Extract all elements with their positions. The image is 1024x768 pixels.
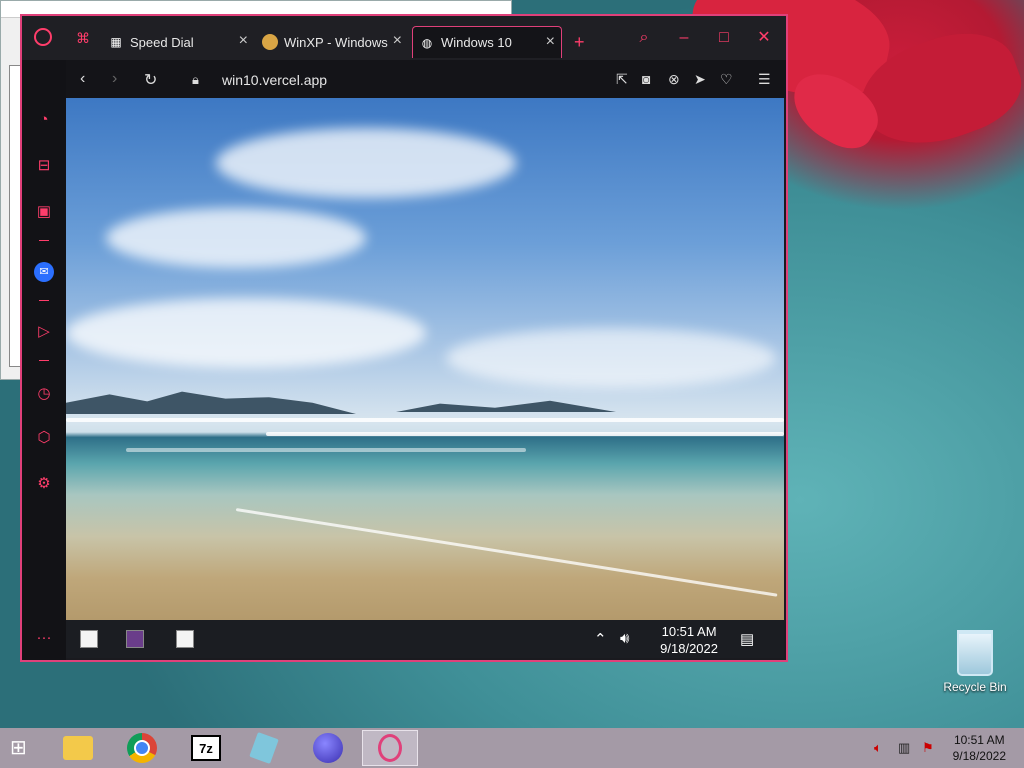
taskbar-virus-app[interactable] (300, 730, 356, 766)
player-icon[interactable]: ▷ (34, 322, 54, 342)
close-window-button[interactable]: ✕ (754, 28, 774, 48)
extensions-cube-icon[interactable]: ⬡ (34, 428, 54, 448)
opera-browser-window[interactable]: ⌘ ▦ Speed Dial × WinXP - Windows × ◍ Win… (20, 14, 788, 662)
tab-label: Speed Dial (130, 34, 194, 50)
settings-gear-icon[interactable]: ⚙ (34, 474, 54, 494)
surf-line (235, 508, 778, 597)
bookmark-heart-icon[interactable]: ♡ (720, 71, 733, 88)
taskbar-file-explorer[interactable] (50, 730, 106, 766)
volume-icon[interactable]: 🔊︎ (620, 630, 629, 647)
win10-clock[interactable]: 10:51 AM 9/18/2022 (660, 623, 718, 657)
tab-bar: ⌘ ▦ Speed Dial × WinXP - Windows × ◍ Win… (22, 16, 786, 60)
history-icon[interactable]: ◷ (34, 384, 54, 404)
recycle-bin-desktop-icon[interactable]: Recycle Bin (940, 630, 1010, 694)
7zip-icon: 7z (191, 735, 221, 761)
forward-button[interactable]: › (112, 70, 117, 88)
surf-line (66, 418, 784, 422)
network-icon[interactable]: ▥ (898, 740, 910, 756)
win10-simulated-taskbar: ⌃ 🔊︎ 10:51 AM 9/18/2022 ▤ (66, 620, 784, 658)
tab-winxp[interactable]: WinXP - Windows × (262, 26, 408, 58)
doge-icon (262, 34, 278, 50)
tab-windows-10[interactable]: ◍ Windows 10 × (412, 26, 562, 58)
maximize-button[interactable]: □ (714, 28, 734, 48)
opera-menu-icon[interactable] (34, 28, 52, 46)
web-page-content[interactable]: ⌃ 🔊︎ 10:51 AM 9/18/2022 ▤ (66, 98, 784, 658)
speed-dial-icon[interactable]: ◔ (34, 110, 54, 130)
sidebar-separator (39, 300, 49, 301)
back-button[interactable]: ‹ (80, 70, 85, 88)
sidebar-separator (39, 240, 49, 241)
new-tab-button[interactable]: + (574, 32, 585, 53)
start-windows-icon[interactable]: ⊞ (10, 736, 36, 760)
twitch-icon[interactable]: ▣ (34, 202, 54, 222)
tab-speed-dial[interactable]: ▦ Speed Dial × (108, 26, 254, 58)
notepad-icon (249, 732, 279, 764)
windows-taskbar: ⊞ 7z 🔈︎ ▥ ⚑ 10:51 AM 9/18/2022 (0, 728, 1024, 768)
sidebar-separator (39, 360, 49, 361)
close-tab-icon[interactable]: × (546, 33, 555, 51)
search-tabs-icon[interactable]: ⌕ (634, 28, 654, 48)
opera-icon (378, 734, 402, 762)
taskbar-notepad[interactable] (236, 730, 292, 766)
cloud (446, 328, 776, 388)
share-icon[interactable]: ⇱ (616, 71, 628, 88)
recycle-bin-icon (957, 630, 993, 676)
folder-icon (63, 736, 93, 760)
broken-image-icon[interactable] (80, 630, 98, 648)
taskbar-7zip[interactable]: 7z (178, 730, 234, 766)
cloud (66, 298, 426, 368)
easy-setup-icon[interactable]: ☰ (758, 71, 771, 88)
recycle-bin-label: Recycle Bin (943, 680, 1007, 694)
url-field[interactable]: win10.vercel.app (222, 72, 327, 88)
gamepad-icon[interactable]: ⌘ (76, 30, 90, 47)
more-dots-icon[interactable]: ··· (34, 628, 54, 648)
minimize-button[interactable]: – (674, 28, 694, 48)
globe-icon: ◍ (421, 35, 433, 50)
broken-image-icon[interactable] (126, 630, 144, 648)
notifications-icon[interactable]: ▤ (740, 630, 754, 648)
messenger-icon[interactable]: ✉ (34, 262, 54, 282)
chrome-icon (127, 733, 157, 763)
mountain-range (396, 400, 616, 412)
cloud (216, 128, 516, 198)
taskbar-clock[interactable]: 10:51 AM 9/18/2022 (953, 732, 1006, 764)
cloud (106, 208, 366, 268)
chevron-up-icon[interactable]: ⌃ (594, 630, 607, 648)
chrome-center (134, 740, 150, 756)
surf-line (266, 432, 784, 436)
win10-beach-wallpaper (66, 98, 784, 620)
taskbar-date: 9/18/2022 (952, 749, 1006, 763)
mountain-range (66, 391, 356, 414)
virus-icon (313, 733, 343, 763)
taskbar-chrome[interactable] (114, 730, 170, 766)
send-icon[interactable]: ➤ (694, 71, 706, 88)
win10-time: 10:51 AM (661, 624, 717, 639)
adblock-icon[interactable]: ⊗ (668, 71, 680, 88)
close-tab-icon[interactable]: × (393, 32, 402, 50)
surf-line (126, 448, 526, 452)
address-bar: ‹ › ↻ 🔒︎ win10.vercel.app ⇱ ◙ ⊗ ➤ ♡ ☰ (66, 60, 786, 98)
snapshot-camera-icon[interactable]: ◙ (642, 71, 650, 87)
action-center-icon[interactable]: ⚑ (922, 740, 934, 756)
grid-icon: ▦ (110, 35, 122, 49)
reload-icon[interactable]: ↻ (144, 70, 157, 90)
taskbar-time: 10:51 AM (953, 733, 1005, 747)
tab-label: Windows 10 (441, 35, 512, 50)
shopping-icon[interactable]: ⊟ (34, 156, 54, 176)
opera-sidebar: ◔ ⊟ ▣ ✉ ▷ ◷ ⬡ ⚙ ··· (22, 60, 66, 660)
broken-image-icon[interactable] (176, 630, 194, 648)
tab-label: WinXP - Windows (284, 34, 388, 50)
lock-icon: 🔒︎ (192, 72, 199, 87)
close-tab-icon[interactable]: × (239, 32, 248, 50)
win10-date: 9/18/2022 (660, 641, 718, 656)
taskbar-opera[interactable] (362, 730, 418, 766)
volume-muted-icon[interactable]: 🔈︎ (874, 740, 882, 756)
